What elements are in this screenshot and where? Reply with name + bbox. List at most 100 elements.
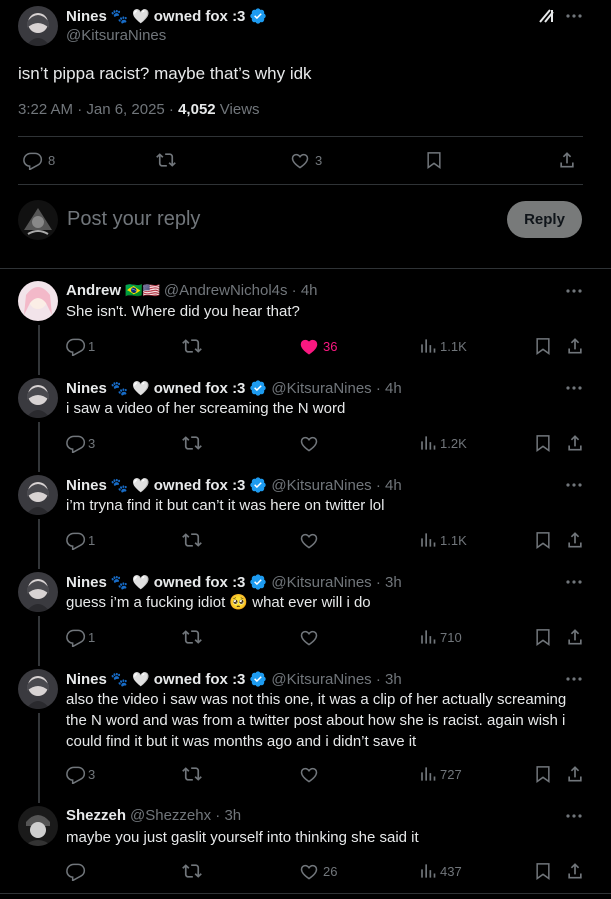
share-icon[interactable]	[565, 336, 585, 356]
author-line: Nines 🐾 🤍 owned fox :3 @KitsuraNines · 4…	[66, 476, 402, 494]
share-icon[interactable]	[557, 150, 579, 172]
bookmark-icon[interactable]	[533, 336, 553, 356]
author-name-suffix[interactable]: owned fox :3	[154, 574, 246, 591]
reply-icon[interactable]	[66, 530, 86, 551]
author-line: Nines 🐾 🤍 owned fox :3	[66, 7, 267, 25]
views-count: 437	[440, 864, 462, 879]
reply-button[interactable]: Reply	[507, 201, 582, 238]
author-name[interactable]: Nines	[66, 574, 107, 591]
bookmark-icon[interactable]	[533, 530, 553, 550]
grok-icon[interactable]	[537, 6, 557, 26]
reply-input[interactable]: Post your reply	[67, 208, 200, 231]
author-handle[interactable]: @KitsuraNines · 3h	[271, 574, 401, 591]
author-name-suffix[interactable]: owned fox :3	[154, 477, 246, 494]
author-line: Nines 🐾 🤍 owned fox :3 @KitsuraNines · 3…	[66, 573, 402, 591]
author-name[interactable]: Andrew	[66, 282, 121, 299]
reply-icon[interactable]	[23, 150, 45, 172]
thread-line	[38, 616, 40, 666]
more-options-icon[interactable]	[564, 378, 584, 398]
bookmark-icon[interactable]	[533, 764, 553, 784]
like-icon[interactable]	[299, 336, 319, 356]
avatar[interactable]	[18, 806, 58, 846]
like-icon[interactable]	[299, 861, 319, 881]
more-options-icon[interactable]	[564, 6, 584, 26]
author-name[interactable]: Nines	[66, 477, 107, 494]
views-count: 4,052	[178, 101, 216, 118]
like-icon[interactable]	[299, 433, 319, 453]
author-name-suffix[interactable]: owned fox :3	[154, 671, 246, 688]
retweet-icon[interactable]	[182, 764, 202, 784]
like-icon[interactable]	[299, 764, 319, 784]
avatar[interactable]	[18, 378, 58, 418]
author-line: Andrew 🇧🇷🇺🇸 @AndrewNichol4s · 4h	[66, 282, 318, 299]
verified-badge-icon	[249, 379, 267, 397]
reply-icon[interactable]	[66, 433, 86, 454]
views-icon[interactable]	[417, 336, 437, 356]
bookmark-icon[interactable]	[424, 150, 446, 172]
share-icon[interactable]	[565, 433, 585, 453]
views-icon[interactable]	[417, 627, 437, 647]
post-timestamp[interactable]: 3:22 AM · Jan 6, 2025 ·	[18, 101, 178, 118]
like-icon[interactable]	[299, 530, 319, 550]
views-icon[interactable]	[417, 861, 437, 881]
author-handle[interactable]: @KitsuraNines · 3h	[271, 671, 401, 688]
retweet-icon[interactable]	[182, 627, 202, 647]
author-handle[interactable]: @AndrewNichol4s · 4h	[164, 282, 318, 299]
bookmark-icon[interactable]	[533, 433, 553, 453]
more-options-icon[interactable]	[564, 806, 584, 826]
share-icon[interactable]	[565, 764, 585, 784]
reply-text-line: also the video i saw was not this one, i…	[66, 691, 567, 708]
paw-emoji: 🐾	[110, 476, 129, 493]
reply-icon[interactable]	[66, 627, 86, 648]
author-handle[interactable]: @KitsuraNines · 4h	[271, 477, 401, 494]
like-icon[interactable]	[299, 627, 319, 647]
author-name-suffix[interactable]: owned fox :3	[154, 380, 246, 397]
thread-line	[38, 325, 40, 375]
more-options-icon[interactable]	[564, 572, 584, 592]
bookmark-icon[interactable]	[533, 861, 553, 881]
retweet-icon[interactable]	[182, 861, 202, 881]
reply-icon[interactable]	[66, 336, 86, 357]
author-handle[interactable]: @Shezzehx · 3h	[130, 807, 241, 824]
reply-text: She isn't. Where did you hear that?	[66, 303, 300, 320]
share-icon[interactable]	[565, 530, 585, 550]
avatar[interactable]	[18, 281, 58, 321]
retweet-icon[interactable]	[156, 150, 178, 172]
author-handle[interactable]: @KitsuraNines · 4h	[271, 380, 401, 397]
author-name-suffix[interactable]: owned fox :3	[154, 8, 246, 25]
author-name[interactable]: Nines	[66, 671, 107, 688]
reply-icon[interactable]	[66, 861, 86, 882]
like-count: 3	[315, 153, 323, 168]
more-options-icon[interactable]	[564, 669, 584, 689]
avatar[interactable]	[18, 200, 58, 240]
author-name[interactable]: Nines	[66, 380, 107, 397]
retweet-icon[interactable]	[182, 336, 202, 356]
avatar[interactable]	[18, 572, 58, 612]
reply-icon[interactable]	[66, 764, 86, 785]
more-options-icon[interactable]	[564, 475, 584, 495]
retweet-icon[interactable]	[182, 530, 202, 550]
reply-text: maybe you just gaslit yourself into thin…	[66, 829, 419, 846]
reply-text-line: the N word and was from a twitter post a…	[66, 712, 566, 729]
divider	[0, 893, 611, 894]
bookmark-icon[interactable]	[533, 627, 553, 647]
share-icon[interactable]	[565, 861, 585, 881]
avatar[interactable]	[18, 6, 58, 46]
paw-emoji: 🐾	[110, 670, 129, 687]
retweet-icon[interactable]	[182, 433, 202, 453]
verified-badge-icon	[249, 7, 267, 25]
author-handle[interactable]: @KitsuraNines	[66, 27, 166, 44]
author-name[interactable]: Nines	[66, 8, 107, 25]
reply-text: i’m tryna find it but can’t it was here …	[66, 497, 385, 514]
paw-emoji: 🐾	[110, 379, 129, 396]
views-icon[interactable]	[417, 433, 437, 453]
share-icon[interactable]	[565, 627, 585, 647]
more-options-icon[interactable]	[564, 281, 584, 301]
avatar[interactable]	[18, 669, 58, 709]
avatar[interactable]	[18, 475, 58, 515]
author-name[interactable]: Shezzeh	[66, 807, 126, 824]
views-icon[interactable]	[417, 530, 437, 550]
white-heart-emoji: 🤍	[132, 573, 150, 590]
like-icon[interactable]	[290, 150, 312, 172]
views-icon[interactable]	[417, 764, 437, 784]
